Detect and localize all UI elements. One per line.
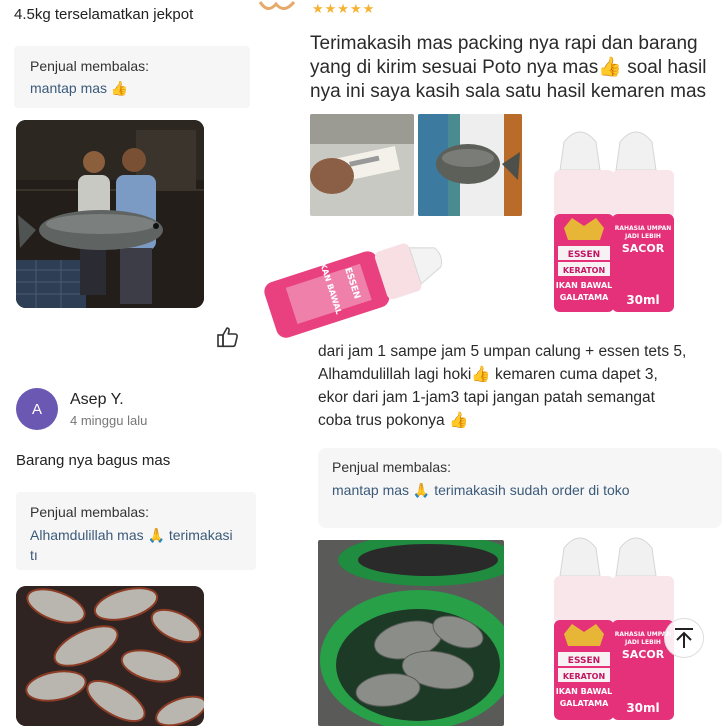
product-name-1: IKAN BAWAL: [556, 687, 613, 696]
avatar-partial: [258, 0, 298, 14]
seller-reply-label: Penjual membalas:: [30, 58, 150, 74]
product-tag-3: SACOR: [622, 242, 665, 255]
product-tag-1: RAHASIA UMPAN: [615, 631, 672, 638]
review-photo-package[interactable]: [310, 114, 414, 216]
product-brand-top: ESSEN: [568, 656, 600, 666]
bottle-illustration: ESSEN KERATON IKAN BAWAL GALATAMA RAHASI…: [554, 131, 674, 312]
seller-reply-box: Penjual membalas: Alhamdulillah mas 🙏 te…: [16, 492, 256, 570]
product-name-2: GALATAMA: [560, 699, 609, 708]
review-text: Barang nya bagus mas: [16, 452, 171, 469]
photo-illustration: [418, 114, 522, 216]
product-volume: 30ml: [626, 701, 659, 715]
product-brand-top: ESSEN: [568, 250, 600, 260]
product-brand-main: KERATON: [563, 672, 605, 681]
photo-illustration: [16, 120, 204, 308]
bottle-illustration: ESSEN KERATON IKAN BAWAL GALATAMA RAHASI…: [554, 537, 674, 720]
product-tag-1: RAHASIA UMPAN: [615, 225, 672, 232]
photo-illustration: [310, 114, 414, 216]
seller-reply-text: mantap mas 🙏 terimakasih sudah order di …: [332, 482, 630, 498]
star-rating: ★★★★★: [312, 1, 376, 16]
seller-reply-label: Penjual membalas:: [332, 459, 452, 475]
review-photo-fish-bucket[interactable]: [318, 540, 504, 726]
avatar: A: [16, 388, 58, 430]
product-tag-3: SACOR: [622, 648, 665, 661]
reviewer-name: Asep Y.: [70, 391, 124, 408]
seller-reply-text: Alhamdulillah mas 🙏 terimakasi: [30, 527, 233, 543]
review-text-line-5: Alhamdulillah lagi hoki👍 kemaren cuma da…: [318, 366, 658, 383]
arrow-up-icon: [675, 628, 693, 648]
product-volume: 30ml: [626, 293, 659, 307]
photo-illustration: [16, 586, 204, 726]
seller-reply-label: Penjual membalas:: [30, 504, 150, 520]
product-name-1: IKAN BAWAL: [556, 281, 613, 290]
review-text-tail: 4.5kg terselamatkan jekpot: [14, 6, 194, 23]
review-text-line-7: coba trus pokonya 👍: [318, 412, 469, 429]
photo-illustration: [318, 540, 504, 726]
review-date: 4 minggu lalu: [70, 413, 148, 428]
review-photo-man-fish[interactable]: [418, 114, 522, 216]
review-text-line-1: Terimakasih mas packing nya rapi dan bar…: [310, 33, 698, 54]
product-image-bottle-lying[interactable]: ESSEN IKAN BAWAL: [258, 226, 454, 342]
left-review-panel: 4.5kg terselamatkan jekpot Penjual memba…: [0, 0, 258, 726]
bottle-illustration: ESSEN IKAN BAWAL: [264, 243, 442, 338]
review-text-line-2: yang di kirim sesuai Poto nya mas👍 soal …: [310, 57, 707, 78]
review-text-line-6: ekor dari jam 1-jam3 tapi jangan patah s…: [318, 389, 655, 406]
product-brand-main: KERATON: [563, 266, 605, 275]
seller-reply-text-line2: tı: [30, 547, 38, 563]
product-image-bottles-2[interactable]: ESSEN KERATON IKAN BAWAL GALATAMA RAHASI…: [550, 528, 682, 726]
review-text-line-4: dari jam 1 sampe jam 5 umpan calung + es…: [318, 343, 687, 360]
product-image-bottles[interactable]: ESSEN KERATON IKAN BAWAL GALATAMA RAHASI…: [550, 122, 682, 318]
product-tag-2: JADI LEBIH: [624, 233, 661, 240]
right-review-panel: ★★★★★ Terimakasih mas packing nya rapi d…: [258, 0, 726, 726]
scroll-to-top-button[interactable]: [664, 618, 704, 658]
review-photo-fish-pile[interactable]: [16, 586, 204, 726]
thumbs-up-icon[interactable]: [216, 326, 240, 348]
product-tag-2: JADI LEBIH: [624, 639, 661, 646]
review-text-line-3: nya ini saya kasih sala satu hasil kemar…: [310, 81, 707, 102]
seller-reply-text: mantap mas 👍: [30, 80, 129, 96]
review-photo-fish-catch[interactable]: [16, 120, 204, 308]
product-name-2: GALATAMA: [560, 293, 609, 302]
seller-reply-box: Penjual membalas: mantap mas 🙏 terimakas…: [318, 448, 722, 528]
seller-reply-box: Penjual membalas: mantap mas 👍: [14, 46, 250, 108]
